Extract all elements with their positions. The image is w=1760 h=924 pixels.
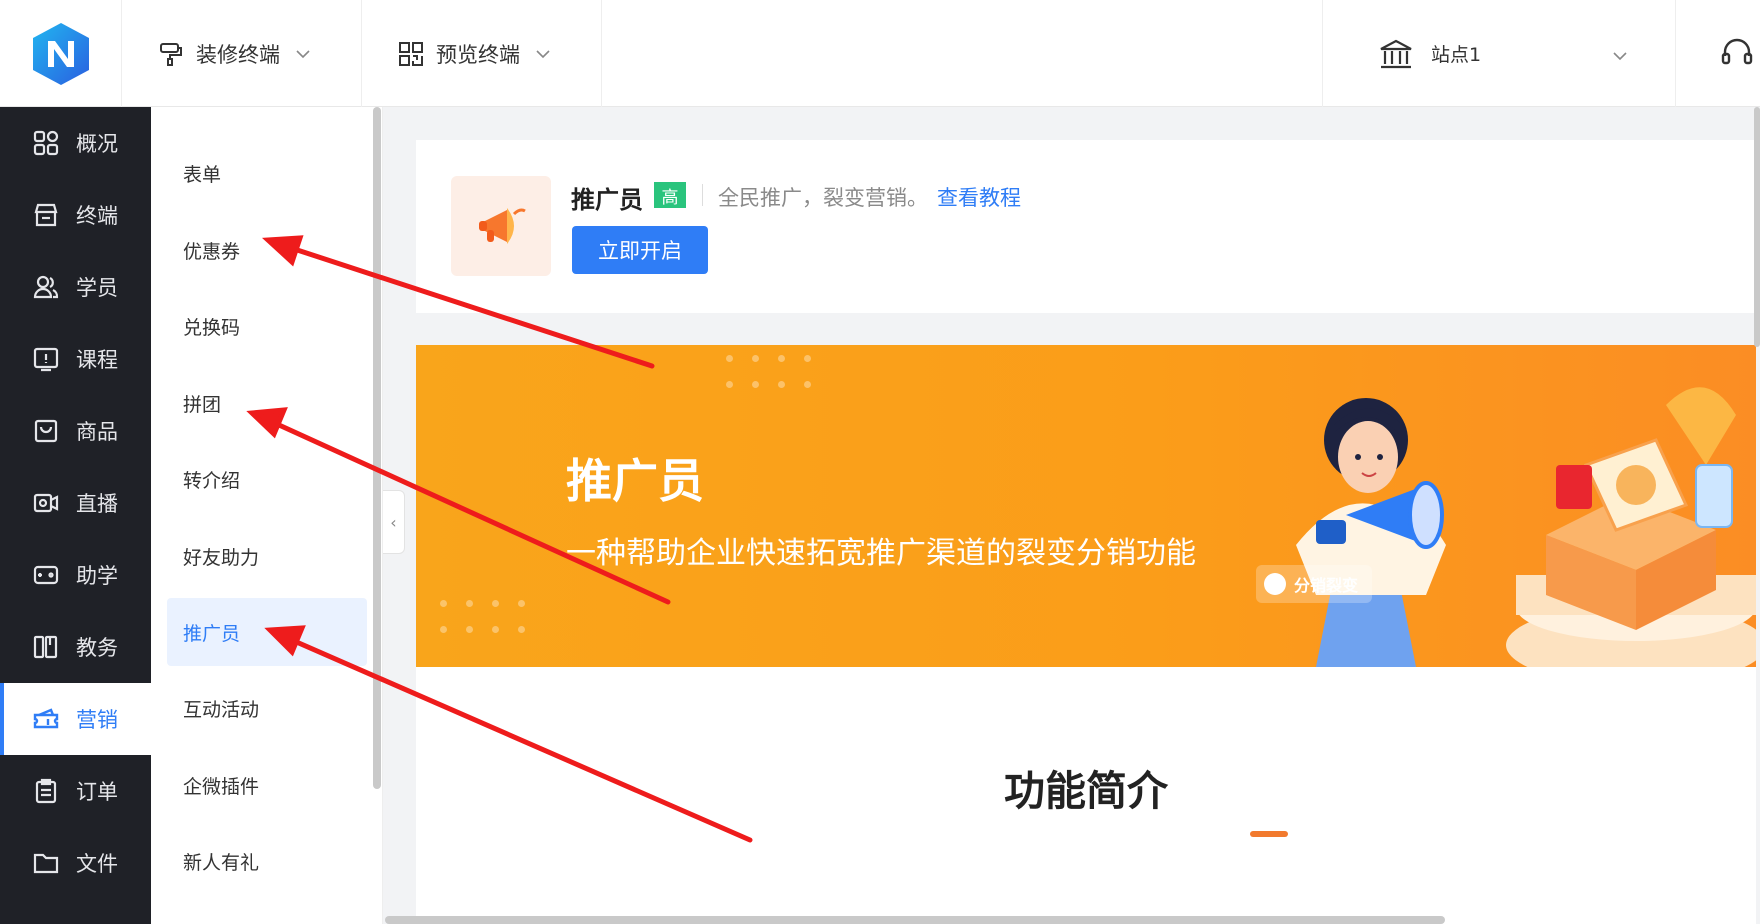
chevron-left-icon: ‹ xyxy=(390,512,397,532)
gamepad-icon xyxy=(32,561,60,589)
promoter-banner: 推广员 一种帮助企业快速拓宽推广渠道的裂变分销功能 分销裂变 xyxy=(416,345,1756,667)
collapse-submenu-button[interactable]: ‹ xyxy=(383,490,405,554)
sidebar-item-marketing[interactable]: 营销 xyxy=(0,683,151,755)
live-icon xyxy=(32,489,60,517)
submenu-item-newcomer-gift[interactable]: 新人有礼 xyxy=(167,827,367,895)
horizontal-scrollbar[interactable] xyxy=(385,916,1445,924)
main-sidebar: 概况 终端 学员 课程 商品 直播 助学 教务 营销 订单 文件 xyxy=(0,107,151,924)
book-icon xyxy=(32,633,60,661)
site-selector[interactable]: 站点1 xyxy=(1322,0,1676,107)
distribution-pill-label: 分销裂变 xyxy=(1294,576,1359,595)
ticket-icon xyxy=(32,705,60,733)
card-description: 全民推广，裂变营销。 xyxy=(718,186,928,210)
sidebar-item-label: 营销 xyxy=(76,708,118,732)
submenu-item-referral[interactable]: 转介绍 xyxy=(167,445,367,513)
logo[interactable] xyxy=(0,0,122,107)
sidebar-item-label: 学员 xyxy=(76,276,118,300)
sidebar-item-study-aid[interactable]: 助学 xyxy=(0,539,151,611)
chevron-down-icon xyxy=(1613,44,1627,66)
share-icon xyxy=(1264,573,1286,595)
megaphone-icon xyxy=(451,176,551,276)
top-bar: 装修终端 预览终端 站点1 xyxy=(0,0,1760,107)
view-tutorial-link[interactable]: 查看教程 xyxy=(937,182,1021,212)
premium-badge: 高 xyxy=(654,182,686,208)
section-title: 功能简介 xyxy=(1004,767,1168,815)
chevron-down-icon xyxy=(536,49,550,59)
sidebar-item-label: 直播 xyxy=(76,492,118,516)
section-title-underline xyxy=(1250,831,1288,837)
folder-icon xyxy=(32,849,60,877)
paint-roller-icon xyxy=(158,41,184,67)
headset-icon[interactable] xyxy=(1720,36,1754,74)
preview-terminal-menu[interactable]: 预览终端 xyxy=(362,0,602,107)
submenu-scrollbar[interactable] xyxy=(373,107,381,789)
preview-terminal-label: 预览终端 xyxy=(436,42,520,67)
grid-icon xyxy=(32,129,60,157)
app-logo-icon xyxy=(32,22,89,85)
sidebar-item-courses[interactable]: 课程 xyxy=(0,323,151,395)
sidebar-item-academic[interactable]: 教务 xyxy=(0,611,151,683)
sidebar-item-products[interactable]: 商品 xyxy=(0,395,151,467)
title-divider xyxy=(702,184,703,206)
sidebar-item-label: 终端 xyxy=(76,204,118,228)
bank-icon xyxy=(1379,38,1413,70)
feature-intro-section: 功能简介 xyxy=(416,667,1756,924)
sidebar-item-files[interactable]: 文件 xyxy=(0,827,151,899)
vertical-scrollbar[interactable] xyxy=(1754,107,1760,347)
sidebar-item-label: 助学 xyxy=(76,564,118,588)
sidebar-item-live[interactable]: 直播 xyxy=(0,467,151,539)
marketing-submenu: 表单 优惠券 兑换码 拼团 转介绍 好友助力 推广员 互动活动 企微插件 新人有… xyxy=(151,107,383,924)
decorate-terminal-label: 装修终端 xyxy=(196,42,280,67)
submenu-item-promoter[interactable]: 推广员 xyxy=(167,598,367,666)
sidebar-item-label: 商品 xyxy=(76,420,118,444)
banner-dots xyxy=(440,600,525,633)
banner-dots xyxy=(726,355,811,388)
sidebar-item-orders[interactable]: 订单 xyxy=(0,755,151,827)
site-label: 站点1 xyxy=(1431,44,1482,66)
sidebar-item-students[interactable]: 学员 xyxy=(0,251,151,323)
sidebar-item-label: 教务 xyxy=(76,636,118,660)
submenu-item-friend-help[interactable]: 好友助力 xyxy=(167,522,367,590)
promoter-illustration xyxy=(1296,387,1756,667)
card-title: 推广员 xyxy=(571,186,643,214)
submenu-item-form[interactable]: 表单 xyxy=(167,139,367,207)
store-icon xyxy=(32,201,60,229)
sidebar-item-label: 文件 xyxy=(76,852,118,876)
banner-title: 推广员 xyxy=(566,454,704,508)
sidebar-item-terminal[interactable]: 终端 xyxy=(0,179,151,251)
promoter-card: 推广员 高 全民推广，裂变营销。 查看教程 立即开启 xyxy=(416,140,1756,313)
chevron-down-icon xyxy=(296,49,310,59)
submenu-item-interactive[interactable]: 互动活动 xyxy=(167,674,367,742)
submenu-item-group-buy[interactable]: 拼团 xyxy=(167,369,367,437)
submenu-item-coupon[interactable]: 优惠券 xyxy=(167,216,367,284)
sidebar-item-overview[interactable]: 概况 xyxy=(0,107,151,179)
qr-code-icon xyxy=(398,41,424,67)
banner-subtitle: 一种帮助企业快速拓宽推广渠道的裂变分销功能 xyxy=(566,536,1196,571)
course-icon xyxy=(32,345,60,373)
clipboard-icon xyxy=(32,777,60,805)
submenu-item-redeem-code[interactable]: 兑换码 xyxy=(167,292,367,360)
sidebar-item-label: 概况 xyxy=(76,132,118,156)
users-icon xyxy=(32,273,60,301)
sidebar-item-label: 课程 xyxy=(76,348,118,372)
enable-now-button[interactable]: 立即开启 xyxy=(572,226,708,274)
submenu-item-wecom-plugin[interactable]: 企微插件 xyxy=(167,751,367,819)
decorate-terminal-menu[interactable]: 装修终端 xyxy=(122,0,362,107)
product-icon xyxy=(32,417,60,445)
sidebar-item-label: 订单 xyxy=(76,780,118,804)
distribution-pill: 分销裂变 xyxy=(1256,565,1372,603)
